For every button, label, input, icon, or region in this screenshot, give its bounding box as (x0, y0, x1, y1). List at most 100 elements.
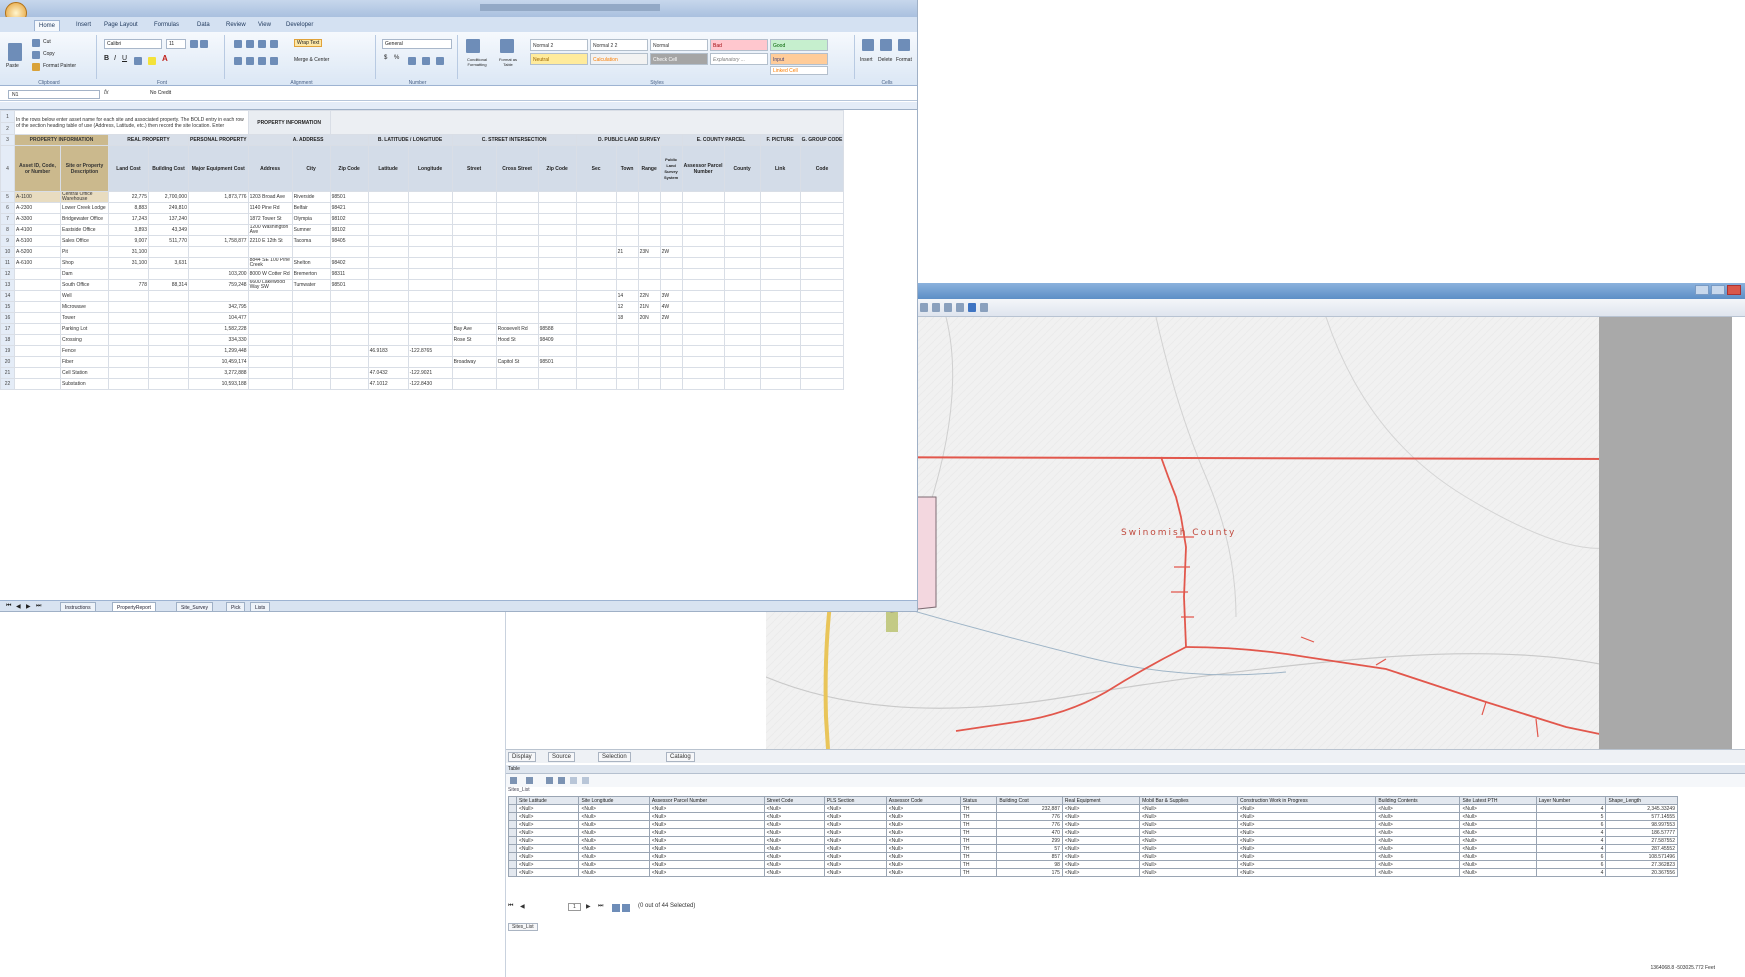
cell[interactable] (723, 378, 761, 390)
cell[interactable]: 20N (637, 312, 661, 324)
cell[interactable] (759, 290, 801, 302)
cell[interactable] (659, 323, 683, 335)
cell[interactable]: A-1100 (14, 191, 61, 203)
cell[interactable] (537, 224, 577, 236)
style-explanatory[interactable]: Explanatory ... (710, 53, 768, 65)
cell[interactable] (495, 224, 539, 236)
attribute-cell[interactable]: <Null> (1459, 868, 1537, 877)
cell[interactable] (537, 246, 577, 258)
cell[interactable]: A-5100 (14, 235, 61, 247)
cell[interactable] (329, 334, 369, 346)
cell[interactable] (407, 213, 453, 225)
attribute-cell[interactable]: <Null> (515, 828, 580, 837)
cell[interactable]: Fiber (60, 356, 109, 368)
sheet-tab-lists[interactable]: Lists (250, 602, 271, 611)
attribute-cell[interactable]: <Null> (1459, 836, 1537, 845)
attribute-column-header[interactable]: Street Code (763, 796, 825, 805)
attribute-cell[interactable]: <Null> (1139, 804, 1238, 813)
cell[interactable] (723, 257, 761, 269)
attribute-cell[interactable]: <Null> (578, 868, 650, 877)
cell[interactable] (759, 279, 801, 291)
attribute-cell[interactable]: 287.45552 (1605, 844, 1678, 853)
cell[interactable]: Tower (60, 312, 109, 324)
cell[interactable] (723, 191, 761, 203)
cell[interactable] (575, 191, 617, 203)
attribute-column-header[interactable]: Site Longitude (578, 796, 650, 805)
cell[interactable]: Substation (60, 378, 109, 390)
cell[interactable] (799, 213, 845, 225)
cell[interactable] (799, 235, 845, 247)
cell[interactable] (759, 323, 801, 335)
insert-cells-icon[interactable] (862, 39, 874, 51)
attribute-cell[interactable]: TH (959, 820, 998, 829)
cell[interactable] (367, 257, 409, 269)
cell[interactable] (329, 345, 369, 357)
cell[interactable]: 8,883 (108, 202, 149, 214)
attribute-cell[interactable]: TH (959, 828, 998, 837)
cell[interactable] (14, 378, 61, 390)
attribute-column-header[interactable]: Real Equipment (1061, 796, 1141, 805)
cell[interactable] (659, 213, 683, 225)
attribute-cell[interactable]: <Null> (763, 844, 825, 853)
cell[interactable] (575, 367, 617, 379)
attribute-cell[interactable]: <Null> (1061, 828, 1141, 837)
cell[interactable] (723, 323, 761, 335)
sheet-nav-next-icon[interactable]: ▶ (26, 603, 31, 610)
attribute-cell[interactable]: 27.362823 (1605, 860, 1678, 869)
attribute-cell[interactable]: <Null> (1375, 820, 1461, 829)
attribute-cell[interactable]: <Null> (648, 844, 765, 853)
cell[interactable] (108, 312, 149, 324)
close-icon[interactable] (1727, 285, 1741, 295)
cell[interactable] (799, 323, 845, 335)
attribute-cell[interactable]: <Null> (1375, 868, 1461, 877)
align-top-icon[interactable] (234, 40, 242, 48)
cell[interactable] (723, 224, 761, 236)
cell[interactable] (759, 312, 801, 324)
cell[interactable] (799, 191, 845, 203)
cell[interactable] (247, 301, 293, 313)
map-tool-icon[interactable] (944, 303, 952, 312)
cell[interactable] (148, 367, 189, 379)
cell[interactable]: Belfair (291, 202, 331, 214)
cell[interactable] (108, 301, 149, 313)
cell[interactable]: Sumner (291, 224, 331, 236)
cell[interactable] (681, 257, 725, 269)
attribute-cell[interactable]: <Null> (648, 820, 765, 829)
row-header[interactable]: 11 (0, 257, 15, 269)
cell[interactable] (575, 224, 617, 236)
cell[interactable] (659, 202, 683, 214)
cell[interactable] (659, 378, 683, 390)
cell[interactable]: 98501 (537, 356, 577, 368)
attribute-cell[interactable]: <Null> (1236, 844, 1377, 853)
attribute-cell[interactable]: <Null> (515, 844, 580, 853)
conditional-formatting-label[interactable]: Conditional Formatting (462, 57, 492, 67)
cell[interactable] (537, 345, 577, 357)
cell[interactable] (108, 356, 149, 368)
cell[interactable] (407, 268, 453, 280)
cell[interactable]: 8844 SE 100 Pine Creek (247, 257, 293, 269)
attribute-cell[interactable]: <Null> (515, 820, 580, 829)
cell[interactable] (637, 268, 661, 280)
cell[interactable] (537, 191, 577, 203)
cell[interactable] (329, 323, 369, 335)
cell[interactable]: 3W (659, 290, 683, 302)
tab-source[interactable]: Source (548, 752, 576, 762)
tab-display[interactable]: Display (508, 752, 536, 762)
cell[interactable] (247, 378, 293, 390)
attribute-cell[interactable]: <Null> (578, 804, 650, 813)
cell[interactable] (14, 323, 61, 335)
attribute-cell[interactable]: <Null> (823, 852, 887, 861)
row-selector[interactable] (508, 844, 517, 853)
cell[interactable] (575, 356, 617, 368)
cell[interactable] (637, 367, 661, 379)
cell[interactable] (659, 235, 683, 247)
cell[interactable] (291, 378, 331, 390)
attribute-cell[interactable]: <Null> (578, 820, 650, 829)
cell[interactable] (451, 378, 497, 390)
format-cells-icon[interactable] (898, 39, 910, 51)
cell[interactable]: 46.9183 (367, 345, 409, 357)
cell[interactable]: 1,299,448 (188, 345, 249, 357)
attribute-cell[interactable]: <Null> (578, 828, 650, 837)
cell[interactable]: 3,631 (148, 257, 189, 269)
cell[interactable] (407, 191, 453, 203)
